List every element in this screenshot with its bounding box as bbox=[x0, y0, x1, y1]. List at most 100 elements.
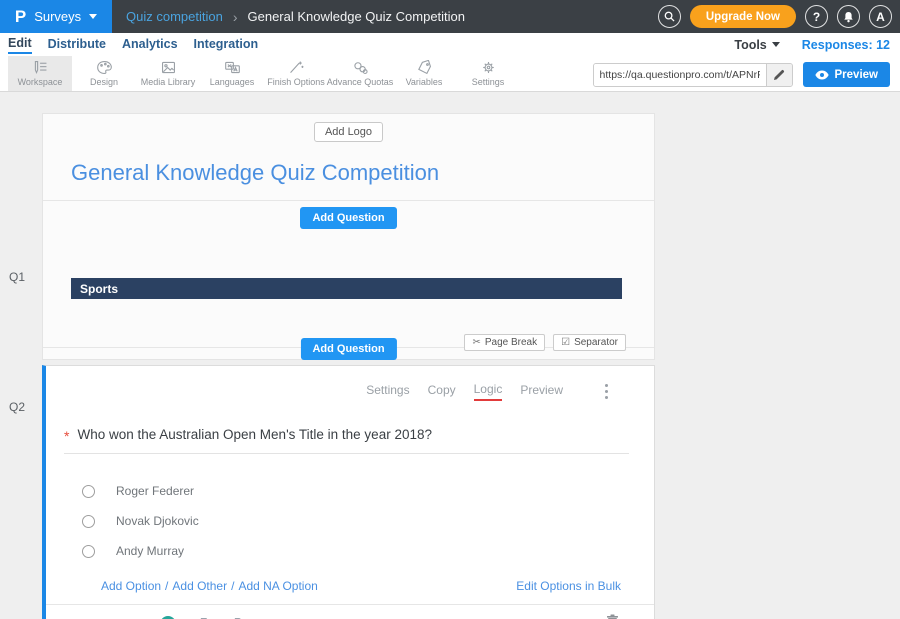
survey-url-box bbox=[593, 63, 793, 87]
delete-question-button[interactable] bbox=[606, 614, 619, 619]
breadcrumb-parent[interactable]: Quiz competition bbox=[126, 9, 223, 24]
chevron-down-icon bbox=[89, 14, 97, 19]
tab-integration[interactable]: Integration bbox=[194, 37, 259, 53]
radio-button[interactable] bbox=[82, 515, 95, 528]
palette-icon bbox=[96, 60, 113, 75]
tab-analytics[interactable]: Analytics bbox=[122, 37, 178, 53]
account-avatar[interactable]: A bbox=[869, 5, 892, 28]
preview-button[interactable]: Preview bbox=[803, 62, 890, 87]
surveys-menu[interactable]: P Surveys bbox=[0, 0, 112, 33]
tab-edit[interactable]: Edit bbox=[8, 36, 32, 54]
trash-icon bbox=[606, 614, 619, 619]
responses-link[interactable]: Responses: 12 bbox=[802, 38, 890, 52]
toolbar-right: Preview bbox=[593, 62, 890, 87]
main-tabbar: Edit Distribute Analytics Integration To… bbox=[0, 33, 900, 56]
separator-button[interactable]: ☑ Separator bbox=[553, 334, 626, 351]
avatar-initial: A bbox=[876, 10, 885, 24]
product-menu-label: Surveys bbox=[34, 9, 81, 24]
question-card-q2: Settings Copy Logic Preview * Who won th… bbox=[42, 365, 655, 619]
option-label[interactable]: Andy Murray bbox=[116, 544, 184, 558]
question-number-q1: Q1 bbox=[9, 270, 25, 284]
toolbar-item-advance-quotas[interactable]: Advance Quotas bbox=[328, 56, 392, 91]
navbar-actions: Upgrade Now ? A bbox=[658, 0, 892, 33]
toolbar-item-label: Languages bbox=[210, 77, 255, 87]
checkbox-icon: ☑ bbox=[561, 337, 570, 348]
toolbar-item-design[interactable]: Design bbox=[72, 56, 136, 91]
edit-url-button[interactable] bbox=[766, 64, 792, 86]
scissors-icon: ✂ bbox=[472, 337, 480, 348]
answer-option-row[interactable]: Novak Djokovic bbox=[82, 513, 654, 529]
toolbar-item-label: Advance Quotas bbox=[327, 77, 394, 87]
translate-icon bbox=[224, 60, 241, 75]
upgrade-now-button[interactable]: Upgrade Now bbox=[690, 5, 796, 28]
wand-icon bbox=[288, 60, 305, 75]
option-label[interactable]: Novak Djokovic bbox=[116, 514, 199, 528]
survey-url-input[interactable] bbox=[594, 64, 766, 86]
toolbar-item-variables[interactable]: Variables bbox=[392, 56, 456, 91]
divider bbox=[46, 604, 654, 605]
survey-title[interactable]: General Knowledge Quiz Competition bbox=[71, 160, 654, 186]
add-logo-button[interactable]: Add Logo bbox=[314, 122, 383, 142]
q1-section-header[interactable]: Sports bbox=[71, 278, 622, 299]
preview-label: Preview bbox=[835, 69, 878, 81]
breadcrumb-current: General Knowledge Quiz Competition bbox=[248, 9, 466, 24]
questionpro-logo: P bbox=[15, 8, 26, 25]
tab-distribute[interactable]: Distribute bbox=[48, 37, 106, 53]
top-navbar: P Surveys Quiz competition › General Kno… bbox=[0, 0, 900, 33]
links-icon bbox=[352, 60, 369, 75]
editor-toolbar: Workspace Design Media Library Languages… bbox=[0, 56, 900, 92]
radio-button[interactable] bbox=[82, 545, 95, 558]
toolbar-item-label: Design bbox=[90, 77, 118, 87]
answer-option-row[interactable]: Andy Murray bbox=[82, 543, 654, 559]
survey-canvas: Q1 Q2 Add Logo General Knowledge Quiz Co… bbox=[0, 92, 900, 619]
search-button[interactable] bbox=[658, 5, 681, 28]
survey-header-card: Add Logo General Knowledge Quiz Competit… bbox=[42, 113, 655, 360]
breadcrumb: Quiz competition › General Knowledge Qui… bbox=[126, 9, 465, 25]
toolbar-item-label: Media Library bbox=[141, 77, 196, 87]
question-menu-preview[interactable]: Preview bbox=[520, 383, 563, 400]
page-break-button[interactable]: ✂ Page Break bbox=[464, 334, 545, 351]
toolbar-item-media-library[interactable]: Media Library bbox=[136, 56, 200, 91]
toolbar-item-label: Settings bbox=[472, 77, 505, 87]
question-menu: Settings Copy Logic Preview bbox=[46, 366, 654, 401]
answer-option-row[interactable]: Roger Federer bbox=[82, 483, 654, 499]
image-icon bbox=[160, 60, 177, 75]
toolbar-item-workspace[interactable]: Workspace bbox=[8, 56, 72, 91]
pencil-icon bbox=[773, 69, 785, 81]
toolbar-item-settings[interactable]: Settings bbox=[456, 56, 520, 91]
notifications-button[interactable] bbox=[837, 5, 860, 28]
question-text[interactable]: Who won the Australian Open Men's Title … bbox=[77, 427, 432, 442]
chevron-down-icon bbox=[772, 42, 780, 47]
gear-icon bbox=[480, 60, 497, 75]
option-label[interactable]: Roger Federer bbox=[116, 484, 194, 498]
add-option-link[interactable]: Add Option bbox=[101, 579, 161, 593]
more-options-icon[interactable] bbox=[603, 382, 610, 401]
eye-icon bbox=[815, 70, 829, 80]
separator-label: Separator bbox=[574, 337, 618, 348]
add-question-button-top[interactable]: Add Question bbox=[300, 207, 396, 229]
add-question-button-bottom[interactable]: Add Question bbox=[300, 338, 396, 360]
tools-label: Tools bbox=[734, 38, 766, 52]
question-mark-icon: ? bbox=[813, 10, 820, 24]
edit-options-in-bulk-link[interactable]: Edit Options in Bulk bbox=[516, 579, 621, 593]
toolbar-item-label: Variables bbox=[406, 77, 443, 87]
link-separator: / bbox=[165, 579, 168, 593]
help-button[interactable]: ? bbox=[805, 5, 828, 28]
toolbar-item-languages[interactable]: Languages bbox=[200, 56, 264, 91]
bell-icon bbox=[843, 11, 854, 23]
between-questions-row: Add Question ✂ Page Break ☑ Separator bbox=[43, 338, 654, 361]
question-text-field[interactable]: * Who won the Australian Open Men's Titl… bbox=[64, 427, 629, 454]
breadcrumb-separator: › bbox=[233, 9, 238, 25]
option-links-row: Add Option / Add Other / Add NA Option Edit … bbox=[101, 579, 621, 593]
link-separator: / bbox=[231, 579, 234, 593]
page-break-label: Page Break bbox=[485, 337, 537, 348]
question-menu-settings[interactable]: Settings bbox=[366, 383, 409, 400]
toolbar-item-finish-options[interactable]: Finish Options bbox=[264, 56, 328, 91]
add-other-link[interactable]: Add Other bbox=[172, 579, 227, 593]
tools-menu[interactable]: Tools bbox=[734, 38, 779, 52]
question-menu-logic[interactable]: Logic bbox=[474, 382, 503, 401]
tag-icon bbox=[416, 60, 433, 75]
radio-button[interactable] bbox=[82, 485, 95, 498]
question-menu-copy[interactable]: Copy bbox=[428, 383, 456, 400]
add-na-option-link[interactable]: Add NA Option bbox=[238, 579, 317, 593]
